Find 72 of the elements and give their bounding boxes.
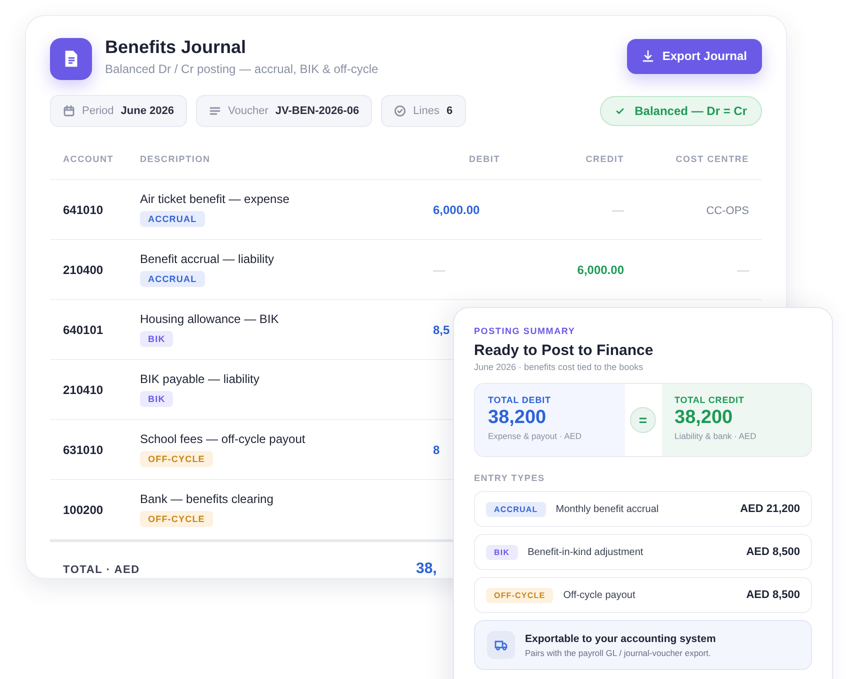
account-cell-text: 641010	[63, 202, 104, 216]
export-button[interactable]: Export Journal	[627, 38, 762, 74]
check-circle-icon	[394, 105, 406, 117]
debit-cell: —	[433, 262, 445, 276]
column-header: CREDIT	[584, 154, 624, 164]
entry-type-label: Off-cycle payout	[563, 590, 636, 600]
lines-icon	[209, 105, 221, 117]
account-cell-text: 100200	[63, 502, 104, 516]
journal-title: Benefits Journal	[105, 36, 248, 58]
total-note: Liability & bank · AED	[674, 431, 758, 441]
entry-type-label: Monthly benefit accrual	[556, 504, 660, 514]
account-cell-text: 631010	[63, 442, 104, 456]
entry-type-amount: AED 21,200	[740, 503, 800, 515]
column-header: DEBIT	[468, 154, 500, 164]
credit-cell: —	[612, 202, 624, 216]
section-label: POSTING SUMMARY	[474, 326, 576, 336]
description-cell: Housing allowance — BIK	[140, 312, 279, 326]
description-cell: School fees — off-cycle payout	[140, 432, 306, 446]
entry-type-tag: ACCRUAL	[140, 271, 205, 287]
summary-title: Ready to Post to Finance	[474, 342, 654, 359]
entry-type-amount: AED 8,500	[746, 589, 800, 601]
summary-subtitle: June 2026 · benefits cost tied to the books	[474, 362, 644, 372]
debit-cell: 8	[433, 442, 440, 456]
total-value: 38,200	[488, 407, 548, 429]
export-text: Pairs with the payroll GL / journal-voucher export.	[525, 648, 712, 658]
cost-centre-cell: —	[737, 262, 749, 276]
total-label: TOTAL · AED	[63, 564, 140, 576]
chip-label: Voucher	[228, 105, 268, 117]
document-icon	[50, 38, 92, 80]
section-label: ENTRY TYPES	[474, 473, 546, 483]
total-label: TOTAL CREDIT	[674, 395, 746, 405]
account-cell-text: 640101	[63, 322, 104, 336]
column-header: COST CENTRE	[674, 154, 749, 164]
chip-value: 6	[446, 105, 453, 117]
entry-type-amount: AED 8,500	[746, 546, 800, 558]
entry-type-tag: OFF-CYCLE	[140, 451, 213, 467]
description-cell: Air ticket benefit — expense	[140, 192, 290, 206]
account-cell-text: 210410	[63, 382, 104, 396]
journal-subtitle: Balanced Dr / Cr posting — accrual, BIK & off-cycle	[105, 62, 380, 76]
description-cell: Bank — benefits clearing	[140, 492, 274, 506]
debit-cell: 6,000.00	[433, 202, 480, 216]
entry-type-tag: OFF-CYCLE	[486, 588, 554, 602]
total-label: TOTAL DEBIT	[488, 395, 552, 405]
chip-label: Period	[82, 105, 114, 117]
chip-value: JV-BEN-2026-06	[275, 105, 360, 117]
truck-icon	[487, 631, 515, 659]
chip-value: June 2026	[120, 105, 174, 117]
debit-cell: 8,5	[433, 322, 450, 336]
entry-type-label: Benefit-in-kind adjustment	[528, 546, 644, 558]
account-cell-text: 210400	[63, 262, 104, 276]
download-icon	[642, 50, 654, 62]
column-header: DESCRIPTION	[140, 154, 212, 164]
column-header: ACCOUNT	[63, 154, 115, 164]
total-value: 38,200	[674, 407, 734, 429]
entry-type-tag: BIK	[486, 544, 518, 560]
entry-type-tag: BIK	[140, 391, 174, 407]
calendar-icon	[63, 105, 75, 117]
total-note: Expense & payout · AED	[488, 431, 583, 441]
description-cell: Benefit accrual — liability	[140, 252, 274, 266]
credit-cell: 6,000.00	[577, 262, 624, 276]
entry-type-tag: ACCRUAL	[486, 502, 546, 516]
total-debit: 38,	[416, 560, 437, 577]
export-title: Exportable to your accounting system	[525, 632, 716, 644]
description-cell: BIK payable — liability	[140, 372, 260, 386]
entry-type-tag: ACCRUAL	[140, 211, 205, 227]
entry-type-tag: BIK	[140, 331, 174, 347]
status-text: Balanced — Dr = Cr	[634, 104, 747, 118]
entry-type-tag: OFF-CYCLE	[140, 511, 213, 527]
check-icon	[614, 106, 625, 116]
chip-label: Lines	[413, 105, 440, 117]
equals-badge: =	[630, 407, 656, 433]
cost-centre-cell: CC-OPS	[706, 204, 749, 216]
